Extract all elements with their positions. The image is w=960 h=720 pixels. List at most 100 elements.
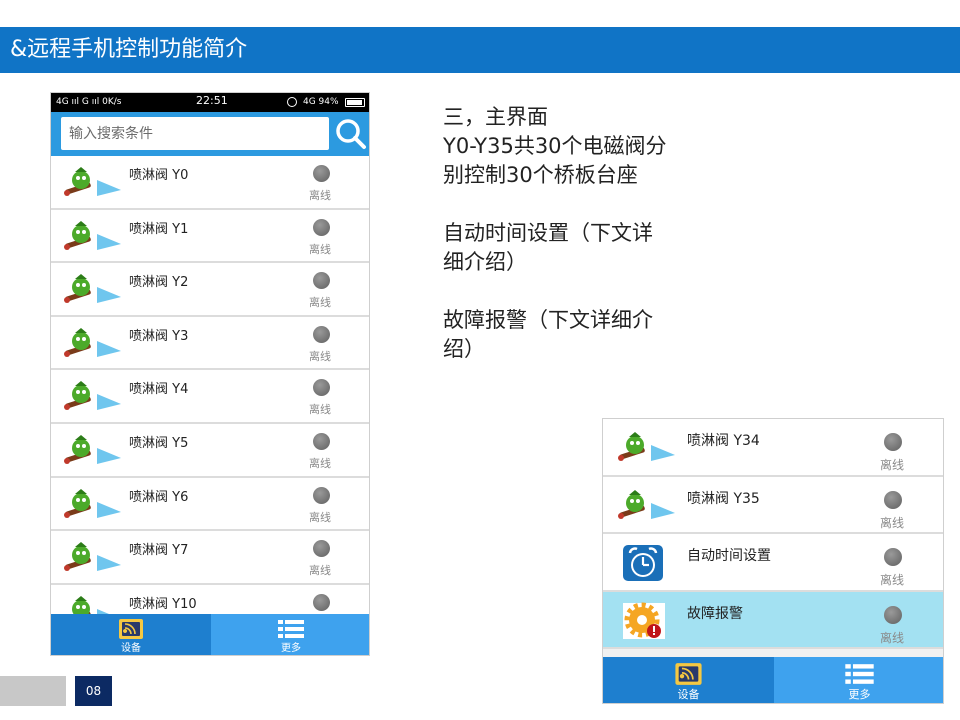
status-dot-icon (313, 486, 330, 504)
info-line: 自动时间设置（下文详 (443, 221, 653, 245)
list-icon (278, 620, 304, 638)
device-row-y5[interactable]: 喷淋阀 Y5 离线 (51, 423, 369, 478)
sprinkler-icon (618, 432, 675, 461)
tab-more-label: 更多 (281, 643, 301, 654)
device-status: 离线 (309, 403, 331, 417)
device-row-y0[interactable]: 喷淋阀 Y0 离线 (51, 156, 369, 210)
device-label: 喷淋阀 Y4 (129, 382, 189, 398)
device-status: 离线 (309, 242, 331, 256)
phone-screenshot-bottom: 喷淋阀 Y34 离线 喷淋阀 Y35 离线 自动时间设置 离线 故障报警 离线 … (602, 418, 944, 704)
device-label: 喷淋阀 Y2 (129, 275, 189, 291)
device-status: 离线 (309, 296, 331, 310)
device-label: 喷淋阀 Y0 (129, 168, 189, 183)
row-status: 离线 (880, 573, 905, 587)
sprinkler-icon (618, 489, 675, 519)
battery-icon (345, 98, 365, 107)
row-status: 离线 (880, 630, 905, 645)
status-dot-icon (884, 490, 902, 509)
device-row-y2[interactable]: 喷淋阀 Y2 离线 (51, 263, 369, 317)
info-heading: 三，主界面 (443, 105, 548, 129)
device-label: 喷淋阀 Y6 (129, 489, 189, 505)
sprinkler-icon (64, 274, 121, 304)
device-status: 离线 (880, 515, 905, 530)
device-list: 喷淋阀 Y0 离线 喷淋阀 Y1 离线 喷淋阀 Y2 离线 喷淋阀 Y3 离线 … (51, 156, 369, 614)
status-signal: 4G ııl G ııl 0K/s (56, 97, 122, 107)
device-label: 喷淋阀 Y34 (687, 433, 760, 449)
device-row-y35[interactable]: 喷淋阀 Y35 离线 (603, 476, 943, 534)
tab-more[interactable]: 更多 (774, 657, 943, 703)
bottom-tab-bar: 设备 更多 (51, 614, 369, 655)
sprinkler-icon (64, 488, 121, 518)
row-label: 故障报警 (687, 605, 743, 622)
status-dot-icon (313, 325, 330, 343)
search-bar (51, 112, 369, 156)
device-label: 喷淋阀 Y1 (129, 221, 189, 237)
device-status: 离线 (309, 564, 331, 578)
info-line: 别控制30个桥板台座 (443, 163, 638, 187)
device-icon (675, 663, 702, 685)
device-status: 离线 (309, 189, 331, 202)
device-row-y4[interactable]: 喷淋阀 Y4 离线 (51, 370, 369, 424)
device-label: 喷淋阀 Y3 (129, 328, 189, 344)
bottom-tab-bar: 设备 更多 (603, 657, 943, 703)
status-dot-icon (313, 379, 330, 397)
status-dot-icon (313, 218, 330, 236)
device-label: 喷淋阀 Y35 (687, 490, 760, 507)
device-icon (119, 619, 143, 639)
fault-alarm-row[interactable]: 故障报警 离线 (603, 591, 943, 649)
status-dot-icon (313, 165, 330, 182)
sprinkler-icon (64, 220, 121, 250)
auto-time-setting-row[interactable]: 自动时间设置 离线 (603, 534, 943, 592)
device-status: 离线 (309, 456, 331, 470)
device-status: 离线 (880, 458, 905, 472)
tab-more[interactable]: 更多 (211, 614, 369, 655)
row-label: 自动时间设置 (687, 548, 771, 564)
device-row-y6[interactable]: 喷淋阀 Y6 离线 (51, 477, 369, 532)
status-dot-icon (313, 432, 330, 450)
sprinkler-icon (64, 542, 121, 572)
tab-device[interactable]: 设备 (51, 614, 211, 655)
title-bar: &远程手机控制功能简介 (0, 27, 960, 73)
footer-bar (0, 676, 66, 706)
info-text-block: 三，主界面 Y0-Y35共30个电磁阀分 别控制30个桥板台座 自动时间设置（下… (443, 103, 703, 364)
info-line: 细介绍） (443, 250, 527, 274)
tab-device[interactable]: 设备 (603, 657, 774, 703)
status-time: 22:51 (196, 94, 228, 107)
status-dot-icon (313, 540, 330, 558)
sprinkler-icon (64, 381, 121, 411)
status-dot-icon (313, 593, 330, 611)
device-label: 喷淋阀 Y10 (129, 596, 197, 612)
list-icon (845, 664, 874, 684)
fault-gear-icon (623, 602, 665, 639)
status-bar: 4G ııl G ııl 0K/s 22:51 4G 94% (51, 93, 369, 112)
status-dot-icon (884, 605, 902, 624)
tab-device-label: 设备 (121, 643, 141, 654)
sprinkler-icon (64, 167, 121, 196)
device-row-y3[interactable]: 喷淋阀 Y3 离线 (51, 316, 369, 371)
search-input[interactable] (61, 117, 329, 150)
alarm-clock-icon (623, 545, 663, 581)
status-dot-icon (313, 272, 330, 290)
phone-screenshot-main: 4G ııl G ııl 0K/s 22:51 4G 94% 喷淋阀 Y0 离线 (50, 92, 370, 656)
sprinkler-icon (64, 434, 121, 464)
info-line: Y0-Y35共30个电磁阀分 (443, 134, 667, 158)
tab-more-label: 更多 (848, 688, 871, 701)
info-line: 故障报警（下文详细介 (443, 308, 653, 332)
status-dot-icon (884, 548, 902, 566)
device-row-y1[interactable]: 喷淋阀 Y1 离线 (51, 209, 369, 264)
device-label: 喷淋阀 Y5 (129, 435, 189, 451)
device-row-y7[interactable]: 喷淋阀 Y7 离线 (51, 531, 369, 585)
device-label: 喷淋阀 Y7 (129, 543, 189, 559)
alarm-status-icon (287, 97, 297, 107)
device-row-y34[interactable]: 喷淋阀 Y34 离线 (603, 419, 943, 477)
status-dot-icon (884, 433, 902, 451)
page-number: 08 (75, 676, 112, 706)
device-row-y10[interactable]: 喷淋阀 Y10 (51, 584, 369, 614)
slide-title: &远程手机控制功能简介 (10, 37, 248, 62)
search-icon[interactable] (333, 116, 369, 152)
info-line: 绍） (443, 337, 485, 361)
device-status: 离线 (309, 349, 331, 363)
tab-device-label: 设备 (677, 688, 700, 701)
